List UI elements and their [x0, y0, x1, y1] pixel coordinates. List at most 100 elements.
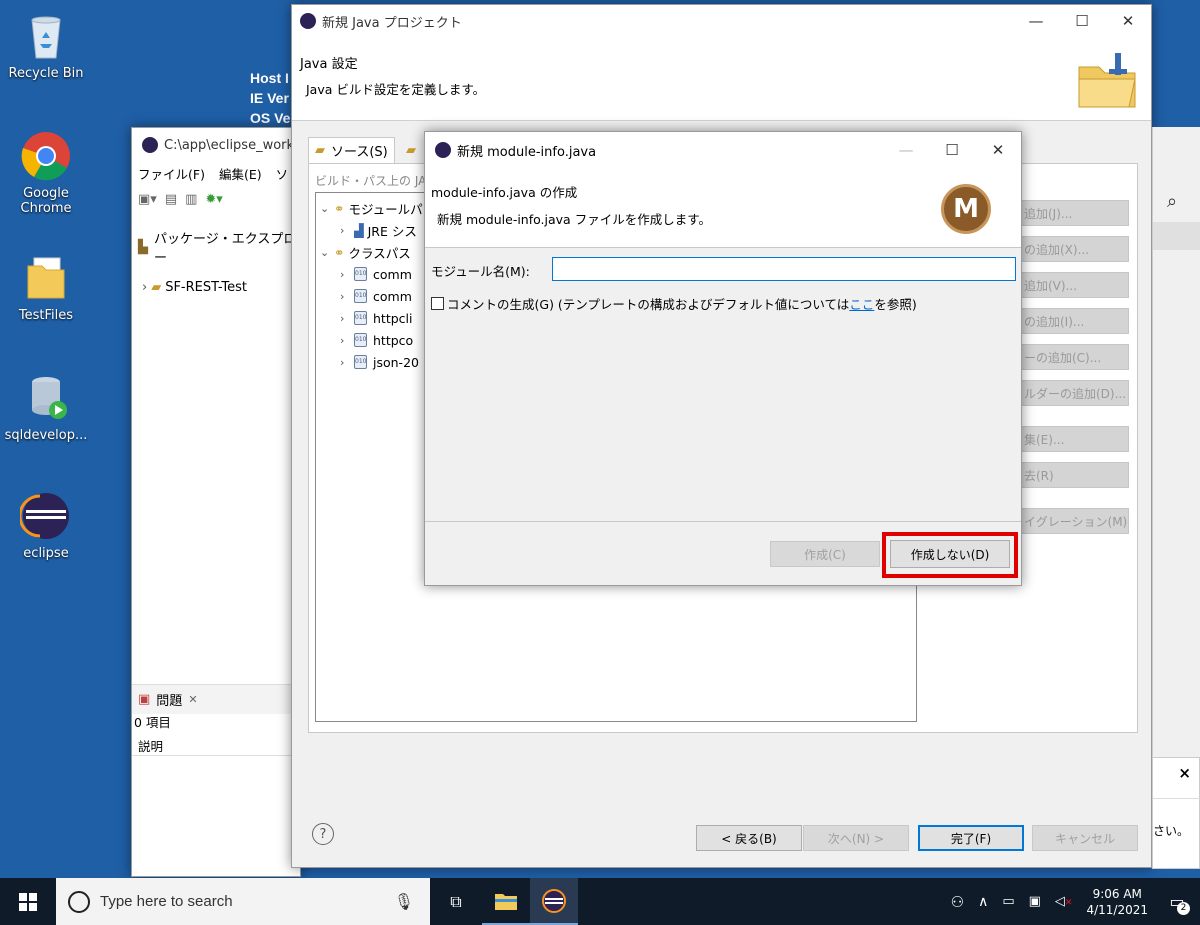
- minimize-icon[interactable]: —: [883, 132, 929, 168]
- close-icon[interactable]: ✕: [188, 693, 197, 706]
- chevron-right-icon: ›: [340, 311, 345, 325]
- jar-icon: 010: [354, 289, 367, 303]
- chevron-up-icon[interactable]: ∧: [978, 894, 988, 910]
- notification-toast: × さい。: [1152, 757, 1200, 869]
- add-external-jars-button[interactable]: の追加(X)...: [1019, 236, 1129, 262]
- tab-source[interactable]: ▰ ソース(S): [308, 137, 395, 163]
- desktop-icon-chrome[interactable]: Google Chrome: [0, 130, 92, 216]
- sqldeveloper-icon: [20, 372, 72, 424]
- chevron-down-icon: ⌄: [320, 245, 330, 259]
- comment-template-link[interactable]: ここ: [849, 294, 874, 313]
- clock-time: 9:06 AM: [1092, 886, 1142, 901]
- close-icon[interactable]: ✕: [975, 132, 1021, 168]
- cancel-button[interactable]: キャンセル: [1032, 825, 1138, 851]
- package-explorer-icon: ▙: [138, 239, 148, 255]
- battery-icon[interactable]: ▭: [1002, 894, 1014, 909]
- chevron-right-icon: ›: [340, 223, 345, 237]
- module-logo-letter: M: [953, 194, 979, 224]
- menu-edit[interactable]: 編集(E): [219, 164, 262, 183]
- desktop-icon-label: sqldevelop...: [4, 428, 88, 443]
- tree-item-classpath[interactable]: ⌄ ⚭ クラスパス: [320, 241, 411, 263]
- library-icon: ⚭: [334, 200, 345, 216]
- search-icon[interactable]: ⌕: [1167, 191, 1177, 212]
- tree-item-jar[interactable]: › 010 comm: [340, 263, 412, 285]
- menu-source[interactable]: ソ: [276, 164, 289, 183]
- tree-item-label: モジュールパ: [348, 201, 423, 217]
- task-view-icon[interactable]: ⧉: [430, 878, 482, 925]
- action-center-icon[interactable]: ▭ 2: [1162, 887, 1192, 917]
- desktop-icon-eclipse[interactable]: eclipse: [0, 490, 92, 561]
- debug-icon[interactable]: ✹▾: [205, 192, 222, 207]
- tree-item-modulepath[interactable]: ⌄ ⚭ モジュールパ: [320, 197, 423, 219]
- notification-close-icon[interactable]: ×: [1178, 764, 1191, 782]
- wizard-title: 新規 Java プロジェクト: [322, 15, 462, 31]
- package-explorer-tab[interactable]: ▙ パッケージ・エクスプロー: [138, 228, 300, 266]
- taskbar-eclipse[interactable]: [530, 878, 578, 925]
- system-tray: ⚇ ∧ ▭ ▣ ◁✕ 9:06 AM 4/11/2021 ▭ 2: [951, 886, 1200, 918]
- tree-item-label: httpco: [373, 332, 414, 348]
- desktop-icon-recycle-bin[interactable]: Recycle Bin: [0, 10, 92, 81]
- source-folder-icon: ▰: [315, 143, 325, 158]
- add-library-button[interactable]: の追加(I)...: [1019, 308, 1129, 334]
- dialog-title: 新規 module-info.java: [457, 144, 597, 160]
- project-folder-icon: ▰: [151, 280, 162, 295]
- remove-button[interactable]: 去(R): [1019, 462, 1129, 488]
- notification-divider: [1153, 798, 1200, 799]
- save-icon[interactable]: ▤: [165, 192, 177, 207]
- close-icon[interactable]: ✕: [1105, 5, 1151, 37]
- back-button[interactable]: < 戻る(B): [696, 825, 802, 851]
- desktop-icon-testfiles[interactable]: TestFiles: [0, 252, 92, 323]
- new-icon[interactable]: ▣▾: [138, 192, 157, 207]
- wizard-header: Java 設定 Java ビルド設定を定義します。: [292, 37, 1151, 121]
- wizard-titlebar: 新規 Java プロジェクト — ☐ ✕: [292, 5, 1151, 37]
- people-icon[interactable]: ⚇: [951, 893, 964, 911]
- desktop-icon-label: Google Chrome: [20, 186, 72, 216]
- network-icon[interactable]: ▣: [1029, 894, 1041, 909]
- tree-item-jar[interactable]: › 010 json-20: [340, 351, 419, 373]
- tree-item-jre[interactable]: › ▟ JRE シス: [340, 219, 417, 241]
- cortana-icon: [68, 890, 90, 913]
- menu-file[interactable]: ファイル(F): [138, 164, 205, 183]
- desktop-icon-sqldeveloper[interactable]: sqldevelop...: [0, 372, 92, 443]
- migrate-button[interactable]: イグレーション(M)...: [1019, 508, 1129, 534]
- module-name-input[interactable]: [552, 257, 1016, 281]
- tree-item-jar[interactable]: › 010 httpco: [340, 329, 413, 351]
- maximize-icon[interactable]: ☐: [929, 132, 975, 168]
- clock[interactable]: 9:06 AM 4/11/2021: [1086, 886, 1148, 918]
- comment-checkbox[interactable]: [431, 297, 444, 310]
- taskbar-file-explorer[interactable]: [482, 878, 530, 925]
- tree-item-jar[interactable]: › 010 httpcli: [340, 307, 412, 329]
- problems-tab-label: 問題: [156, 694, 183, 709]
- tree-item-label: httpcli: [373, 310, 413, 326]
- tab-projects[interactable]: ▰: [402, 137, 420, 163]
- jar-icon: 010: [354, 267, 367, 281]
- add-jars-button[interactable]: 追加(J)...: [1019, 200, 1129, 226]
- finish-button[interactable]: 完了(F): [918, 825, 1024, 851]
- folder-icon: [20, 252, 72, 304]
- eclipse-app-icon: [300, 13, 316, 29]
- taskbar-search[interactable]: Type here to search 🎙: [56, 878, 430, 925]
- volume-muted-icon[interactable]: ◁✕: [1055, 894, 1073, 909]
- start-button[interactable]: [0, 878, 56, 925]
- help-icon[interactable]: ?: [312, 823, 334, 845]
- create-button[interactable]: 作成(C): [770, 541, 880, 567]
- tree-item-jar[interactable]: › 010 comm: [340, 285, 412, 307]
- chrome-icon: [20, 130, 72, 182]
- problems-column-header[interactable]: 説明: [132, 728, 302, 756]
- problems-tab[interactable]: ▣ 問題 ✕: [132, 684, 302, 714]
- microphone-icon[interactable]: 🎙: [394, 892, 414, 911]
- host-line: IE Ver: [250, 90, 289, 106]
- add-variable-button[interactable]: 追加(V)...: [1019, 272, 1129, 298]
- dont-create-button[interactable]: 作成しない(D): [890, 540, 1010, 568]
- edit-button[interactable]: 集(E)...: [1019, 426, 1129, 452]
- project-item[interactable]: › ▰ SF-REST-Test: [142, 280, 247, 295]
- minimize-icon[interactable]: —: [1013, 5, 1059, 37]
- tree-item-label: comm: [373, 266, 412, 282]
- save-all-icon[interactable]: ▥: [185, 192, 197, 207]
- maximize-icon[interactable]: ☐: [1059, 5, 1105, 37]
- desktop-icon-label: eclipse: [23, 546, 69, 561]
- next-button[interactable]: 次へ(N) >: [803, 825, 909, 851]
- add-class-folder-button[interactable]: ーの追加(C)...: [1019, 344, 1129, 370]
- host-line: OS Ve: [250, 110, 291, 126]
- add-external-class-folder-button[interactable]: ルダーの追加(D)...: [1019, 380, 1129, 406]
